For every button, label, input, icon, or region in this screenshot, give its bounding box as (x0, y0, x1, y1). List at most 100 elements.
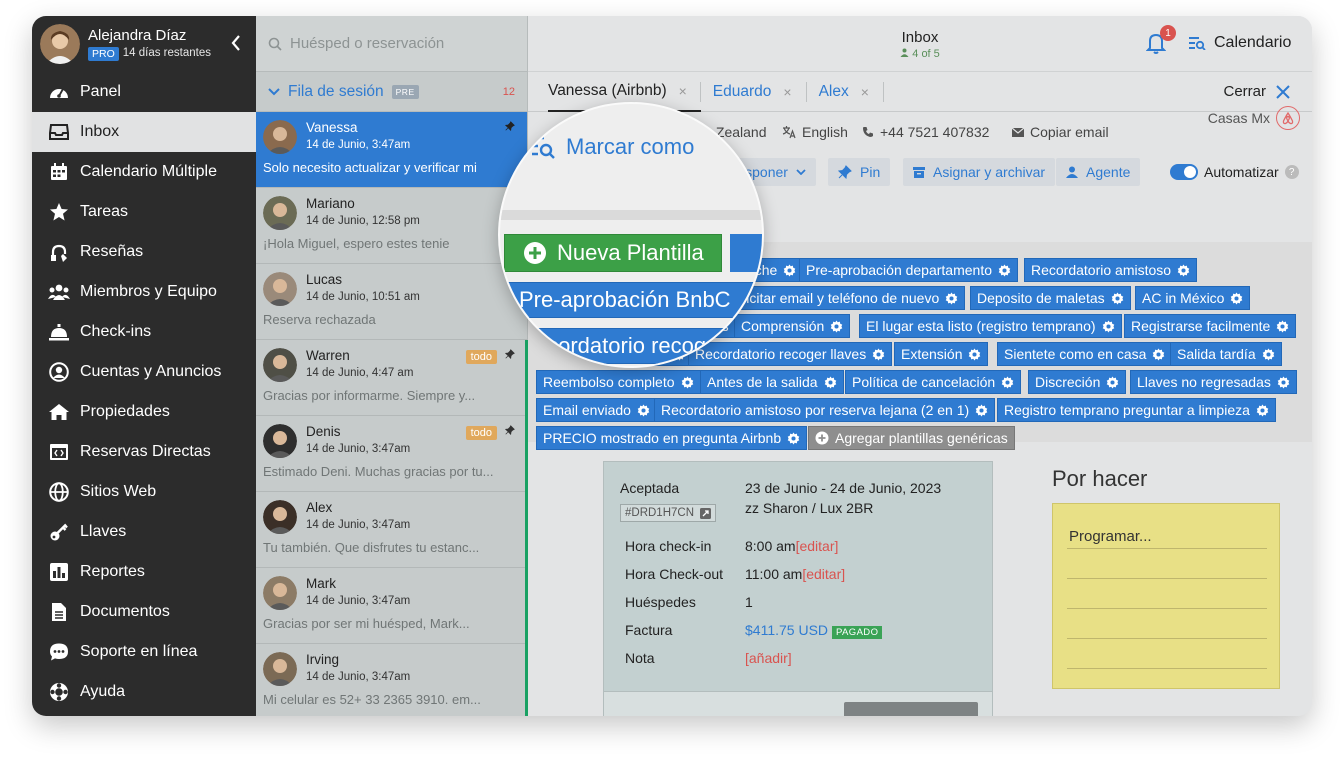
sidebar-item-soporte-en-línea[interactable]: Soporte en línea (32, 632, 256, 672)
tab-alex[interactable]: Alex × (819, 81, 884, 102)
sidebar-item-tareas[interactable]: Tareas (32, 192, 256, 232)
gear-icon[interactable] (1276, 319, 1289, 333)
template-chip[interactable]: PRECIO mostrado en pregunta Airbnb (536, 426, 808, 450)
gear-icon[interactable] (1001, 375, 1014, 389)
sidebar-item-ayuda[interactable]: Ayuda (32, 672, 256, 712)
sidebar-item-reseñas[interactable]: Reseñas (32, 232, 256, 272)
close-tab-icon[interactable]: × (679, 83, 687, 99)
todo-note[interactable]: Programar... (1052, 503, 1280, 689)
template-chip[interactable]: El lugar esta listo (registro temprano) (859, 314, 1122, 338)
template-chip[interactable]: Antes de la salida (700, 370, 844, 394)
search-input[interactable] (290, 35, 510, 52)
gear-icon[interactable] (1102, 319, 1115, 333)
conversation-item[interactable]: Vanessa 14 de Junio, 3:47am Solo necesito … (256, 112, 527, 188)
gear-icon[interactable] (787, 431, 800, 445)
sidebar-item-inbox[interactable]: Inbox (32, 112, 256, 152)
gear-icon[interactable] (830, 319, 843, 333)
sidebar-item-reportes[interactable]: Reportes (32, 552, 256, 592)
edit-checkin-link[interactable]: [editar] (796, 538, 839, 554)
close-button[interactable]: Cerrar (1223, 83, 1290, 100)
gear-icon[interactable] (681, 375, 694, 389)
template-chip[interactable]: Deposito de maletas (970, 286, 1131, 310)
close-tab-icon[interactable]: × (861, 84, 869, 100)
automate-toggle[interactable]: Automatizar ? (1170, 164, 1299, 180)
template-chip[interactable]: Recordatorio amistoso por reserva lejana… (654, 398, 996, 422)
sidebar-item-propiedades[interactable]: Propiedades (32, 392, 256, 432)
conversation-item[interactable]: Denis 14 de Junio, 3:47am Estimado Deni. M… (256, 416, 527, 492)
sidebar-item-panel[interactable]: Panel (32, 72, 256, 112)
template-chip[interactable]: Extensión (894, 342, 989, 366)
sidebar-item-sitios-web[interactable]: Sitios Web (32, 472, 256, 512)
pin-button[interactable]: Pin (828, 158, 891, 186)
gear-icon[interactable] (1152, 347, 1165, 361)
gear-icon[interactable] (1111, 291, 1124, 305)
gear-icon[interactable] (1230, 291, 1243, 305)
sidebar-item-check-ins[interactable]: Check-ins (32, 312, 256, 352)
add-note-link[interactable]: [añadir] (745, 650, 792, 666)
sidebar-item-reservas-directas[interactable]: Reservas Directas (32, 432, 256, 472)
gear-icon[interactable] (998, 263, 1011, 277)
template-chip[interactable]: Discreción (1028, 370, 1127, 394)
template-label: Extensión (901, 346, 963, 362)
reservation-code[interactable]: #DRD1H7CN (620, 504, 717, 522)
template-chip[interactable]: Recordatorio amistoso (1024, 258, 1198, 282)
assign-archive-button[interactable]: Asignar y archivar (903, 158, 1056, 186)
conversation-item[interactable]: Mark 14 de Junio, 3:47am Gracias por ser m… (256, 568, 527, 644)
help-icon[interactable]: ? (1284, 165, 1299, 179)
sidebar-item-documentos[interactable]: Documentos (32, 592, 256, 632)
template-chip[interactable]: Registrarse facilmente (1124, 314, 1297, 338)
close-tab-icon[interactable]: × (783, 84, 791, 100)
sidebar-item-miembros-y-equipo[interactable]: Miembros y Equipo (32, 272, 256, 312)
collapse-sidebar-icon[interactable] (230, 34, 242, 52)
conversation-item[interactable]: Alex 14 de Junio, 3:47am Tu también. Que d… (256, 492, 527, 568)
template-chip[interactable]: AC in México (1135, 286, 1251, 310)
gear-icon[interactable] (783, 263, 796, 277)
gear-icon[interactable] (968, 347, 981, 361)
automate-switch[interactable] (1170, 164, 1198, 180)
conversation-item[interactable]: Warren 14 de Junio, 4:47 am Gracias por in… (256, 340, 527, 416)
invoice-amount[interactable]: $411.75 USD (745, 622, 828, 638)
gear-icon[interactable] (1106, 375, 1119, 389)
gear-icon[interactable] (1177, 263, 1190, 277)
modify-button[interactable] (844, 702, 978, 716)
conversation-item[interactable]: Irving 14 de Junio, 3:47am Mi celular es 5… (256, 644, 527, 716)
template-chip[interactable]: Email enviado (536, 398, 657, 422)
template-chip-partial[interactable] (730, 234, 762, 272)
template-chip[interactable]: Reembolso completo (536, 370, 701, 394)
template-chip[interactable]: Pre-aprobación departamento (799, 258, 1019, 282)
template-reminder-zoom[interactable]: Recordatorio recog (504, 328, 762, 364)
conversation-item[interactable]: Mariano 14 de Junio, 12:58 pm ¡Hola Miguel… (256, 188, 527, 264)
add-generic-templates-button[interactable]: Agregar plantillas genéricas (808, 426, 1015, 450)
gear-icon[interactable] (824, 375, 837, 389)
template-label: AC in México (1142, 290, 1225, 306)
user-name: Alejandra Díaz (88, 27, 187, 45)
sidebar-item-llaves[interactable]: Llaves (32, 512, 256, 552)
new-template-button[interactable]: Nueva Plantilla (504, 234, 722, 272)
gear-icon[interactable] (975, 403, 988, 417)
session-queue-header[interactable]: Fila de sesión PRE 12 (256, 72, 527, 112)
edit-checkout-link[interactable]: [editar] (802, 566, 845, 582)
guest-phone[interactable]: +44 7521 407832 (862, 124, 989, 140)
template-label: Discreción (1035, 374, 1101, 390)
tab-eduardo[interactable]: Eduardo × (713, 81, 807, 102)
template-chip[interactable]: Llaves no regresadas (1130, 370, 1297, 394)
agent-button[interactable]: Agente (1056, 158, 1141, 186)
template-pre-approval-zoom[interactable]: Pre-aprobación BnbC (504, 282, 762, 318)
sidebar-item-calendario-múltiple[interactable]: Calendario Múltiple (32, 152, 256, 192)
user-profile[interactable]: Alejandra Díaz PRO 14 días restantes (32, 16, 256, 72)
gear-icon[interactable] (872, 347, 885, 361)
calendar-link[interactable]: Calendario (1188, 34, 1291, 52)
conversation-item[interactable]: Lucas 14 de Junio, 10:51 am Reserva rechaz… (256, 264, 527, 340)
gear-icon[interactable] (1277, 375, 1290, 389)
gear-icon[interactable] (637, 403, 650, 417)
template-chip[interactable]: Política de cancelación (845, 370, 1022, 394)
gear-icon[interactable] (945, 291, 958, 305)
mark-as-button[interactable]: Marcar como (530, 134, 694, 160)
template-chip[interactable]: Salida tardía (1170, 342, 1282, 366)
copy-email-button[interactable]: Copiar email (1012, 124, 1109, 140)
sidebar-item-cuentas-y-anuncios[interactable]: Cuentas y Anuncios (32, 352, 256, 392)
gear-icon[interactable] (1262, 347, 1275, 361)
gear-icon[interactable] (1256, 403, 1269, 417)
template-chip[interactable]: Registro temprano preguntar a limpieza (997, 398, 1276, 422)
template-chip[interactable]: Sientete como en casa (997, 342, 1173, 366)
